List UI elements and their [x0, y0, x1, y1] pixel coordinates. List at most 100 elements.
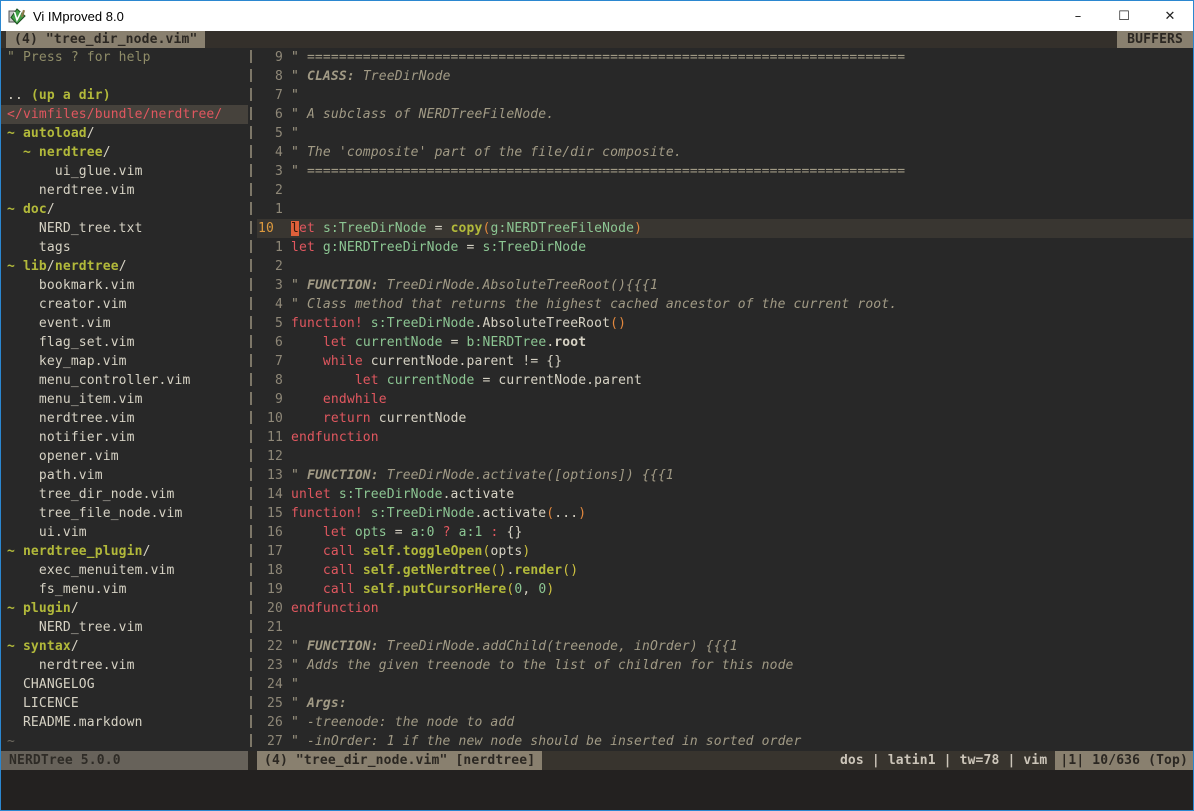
- code-line[interactable]: 27" -inOrder: 1 if the new node should b…: [257, 732, 1193, 751]
- close-button[interactable]: ✕: [1147, 1, 1193, 31]
- line-number: 17: [257, 542, 283, 561]
- code-line[interactable]: 13" FUNCTION: TreeDirNode.activate([opti…: [257, 466, 1193, 485]
- code-line[interactable]: 14unlet s:TreeDirNode.activate: [257, 485, 1193, 504]
- tree-item[interactable]: notifier.vim: [1, 428, 248, 447]
- code-text: endfunction: [291, 428, 379, 447]
- line-number: 3: [257, 276, 283, 295]
- tree-item[interactable]: event.vim: [1, 314, 248, 333]
- tree-item[interactable]: exec_menuitem.vim: [1, 561, 248, 580]
- tree-item[interactable]: path.vim: [1, 466, 248, 485]
- tree-item[interactable]: NERD_tree.vim: [1, 618, 248, 637]
- code-line[interactable]: 23" Adds the given treenode to the list …: [257, 656, 1193, 675]
- tree-item[interactable]: ui_glue.vim: [1, 162, 248, 181]
- code-line[interactable]: 1let g:NERDTreeDirNode = s:TreeDirNode: [257, 238, 1193, 257]
- tree-item[interactable]: creator.vim: [1, 295, 248, 314]
- code-line[interactable]: 26" -treenode: the node to add: [257, 713, 1193, 732]
- syntax-segment: [363, 506, 371, 521]
- code-line[interactable]: 1: [257, 200, 1193, 219]
- tree-item[interactable]: CHANGELOG: [1, 675, 248, 694]
- code-line[interactable]: 16 let opts = a:0 ? a:1 : {}: [257, 523, 1193, 542]
- code-line[interactable]: 4" The 'composite' part of the file/dir …: [257, 143, 1193, 162]
- code-line[interactable]: 8 let currentNode = currentNode.parent: [257, 371, 1193, 390]
- tree-item[interactable]: menu_controller.vim: [1, 371, 248, 390]
- syntax-segment: (up a dir): [31, 88, 111, 103]
- syntax-segment: ": [291, 696, 307, 711]
- tree-item[interactable]: flag_set.vim: [1, 333, 248, 352]
- tree-item[interactable]: menu_item.vim: [1, 390, 248, 409]
- code-line[interactable]: 12: [257, 447, 1193, 466]
- code-line[interactable]: 21: [257, 618, 1193, 637]
- code-line[interactable]: 25" Args:: [257, 694, 1193, 713]
- tree-item[interactable]: .. (up a dir): [1, 86, 248, 105]
- tree-item[interactable]: ~ lib/nerdtree/: [1, 257, 248, 276]
- tree-item[interactable]: NERD_tree.txt: [1, 219, 248, 238]
- tree-item[interactable]: ~ syntax/: [1, 637, 248, 656]
- code-line[interactable]: 18 call self.getNerdtree().render(): [257, 561, 1193, 580]
- minimize-button[interactable]: –: [1055, 1, 1101, 31]
- code-line-current[interactable]: 10let s:TreeDirNode = copy(g:NERDTreeFil…: [257, 219, 1193, 238]
- line-number: 27: [257, 732, 283, 751]
- code-line[interactable]: 9" =====================================…: [257, 48, 1193, 67]
- tab-tree-dir-node[interactable]: (4) "tree_dir_node.vim": [6, 31, 205, 48]
- code-line[interactable]: 19 call self.putCursorHere(0, 0): [257, 580, 1193, 599]
- tree-item[interactable]: ~: [1, 732, 248, 751]
- tree-item[interactable]: nerdtree.vim: [1, 656, 248, 675]
- syntax-segment: NERD_tree.vim: [7, 620, 143, 635]
- tree-item[interactable]: ui.vim: [1, 523, 248, 542]
- tree-item[interactable]: nerdtree.vim: [1, 181, 248, 200]
- tree-item[interactable]: ~ autoload/: [1, 124, 248, 143]
- code-text: " The 'composite' part of the file/dir c…: [291, 143, 682, 162]
- code-line[interactable]: 6 let currentNode = b:NERDTree.root: [257, 333, 1193, 352]
- code-line[interactable]: 11endfunction: [257, 428, 1193, 447]
- tree-item[interactable]: ~ plugin/: [1, 599, 248, 618]
- syntax-segment: currentNode.parent != {}: [363, 354, 562, 369]
- tree-item[interactable]: tags: [1, 238, 248, 257]
- maximize-button[interactable]: ☐: [1101, 1, 1147, 31]
- code-line[interactable]: 9 endwhile: [257, 390, 1193, 409]
- syntax-segment: ": [291, 677, 299, 692]
- tree-item[interactable]: LICENCE: [1, 694, 248, 713]
- syntax-segment: TreeDirNode.activate([options]) {{{1: [379, 468, 674, 483]
- code-line[interactable]: 17 call self.toggleOpen(opts): [257, 542, 1193, 561]
- tree-item[interactable]: ~ nerdtree/: [1, 143, 248, 162]
- line-number: 7: [257, 352, 283, 371]
- tree-item[interactable]: ~ doc/: [1, 200, 248, 219]
- tree-item[interactable]: tree_file_node.vim: [1, 504, 248, 523]
- syntax-segment: call: [323, 582, 355, 597]
- code-line[interactable]: 3" =====================================…: [257, 162, 1193, 181]
- tree-item[interactable]: tree_dir_node.vim: [1, 485, 248, 504]
- code-line[interactable]: 4" Class method that returns the highest…: [257, 295, 1193, 314]
- tree-item[interactable]: " Press ? for help: [1, 48, 248, 67]
- code-line[interactable]: 5": [257, 124, 1193, 143]
- syntax-segment: [7, 145, 23, 160]
- code-line[interactable]: 20endfunction: [257, 599, 1193, 618]
- code-line[interactable]: 2: [257, 257, 1193, 276]
- syntax-segment: /: [47, 259, 55, 274]
- code-line[interactable]: 7 while currentNode.parent != {}: [257, 352, 1193, 371]
- code-line[interactable]: 22" FUNCTION: TreeDirNode.addChild(treen…: [257, 637, 1193, 656]
- code-line[interactable]: 3" FUNCTION: TreeDirNode.AbsoluteTreeRoo…: [257, 276, 1193, 295]
- code-line[interactable]: 2: [257, 181, 1193, 200]
- tree-item[interactable]: fs_menu.vim: [1, 580, 248, 599]
- syntax-segment: ..: [7, 88, 31, 103]
- tree-item[interactable]: key_map.vim: [1, 352, 248, 371]
- code-line[interactable]: 15function! s:TreeDirNode.activate(...): [257, 504, 1193, 523]
- tree-item[interactable]: nerdtree.vim: [1, 409, 248, 428]
- line-number: 7: [257, 86, 283, 105]
- tree-item[interactable]: opener.vim: [1, 447, 248, 466]
- code-line[interactable]: 5function! s:TreeDirNode.AbsoluteTreeRoo…: [257, 314, 1193, 333]
- tree-item[interactable]: ~ nerdtree_plugin/: [1, 542, 248, 561]
- tree-root-item[interactable]: </vimfiles/bundle/nerdtree/: [1, 105, 248, 124]
- code-window[interactable]: 9" =====================================…: [257, 48, 1193, 751]
- tree-item[interactable]: bookmark.vim: [1, 276, 248, 295]
- code-line[interactable]: 7": [257, 86, 1193, 105]
- window-separator[interactable]: [248, 48, 257, 751]
- code-line[interactable]: 6" A subclass of NERDTreeFileNode.: [257, 105, 1193, 124]
- code-line[interactable]: 24": [257, 675, 1193, 694]
- tree-item[interactable]: README.markdown: [1, 713, 248, 732]
- line-number: 1: [257, 238, 283, 257]
- nerdtree-window[interactable]: " Press ? for help.. (up a dir)</vimfile…: [1, 48, 248, 751]
- code-line[interactable]: 8" CLASS: TreeDirNode: [257, 67, 1193, 86]
- line-number: 21: [257, 618, 283, 637]
- code-line[interactable]: 10 return currentNode: [257, 409, 1193, 428]
